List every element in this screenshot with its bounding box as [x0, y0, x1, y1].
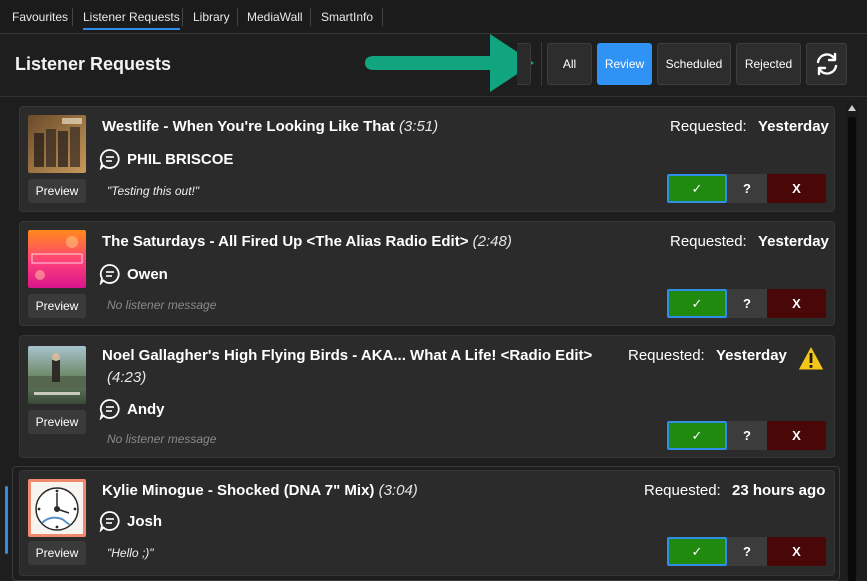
preview-button[interactable]: Preview [28, 294, 86, 318]
annotation-arrow-icon [365, 34, 534, 92]
listener-name: PHIL BRISCOE [127, 151, 234, 168]
song-name: Kylie Minogue - Shocked (DNA 7" Mix) [102, 482, 375, 499]
filter-all-button[interactable]: All [547, 43, 592, 85]
reject-button[interactable]: X [767, 537, 826, 566]
question-button[interactable]: ? [727, 174, 767, 203]
filter-button-hidden[interactable] [517, 43, 531, 85]
preview-button[interactable]: Preview [28, 541, 86, 565]
refresh-icon [816, 52, 837, 76]
page-title: Listener Requests [15, 54, 172, 74]
listener-message: No listener message [107, 432, 217, 446]
listener-message: "Testing this out!" [107, 184, 200, 198]
filter-scheduled-button[interactable]: Scheduled [657, 43, 731, 85]
warning-icon [797, 344, 825, 371]
tab-separator [237, 8, 238, 26]
song-title: Kylie Minogue - Shocked (DNA 7" Mix) (3:… [102, 482, 418, 499]
tab-separator [310, 8, 311, 26]
approve-button[interactable]: ✓ [667, 289, 727, 318]
chat-bubble-icon [99, 511, 120, 532]
song-name: Noel Gallagher's High Flying Birds - AKA… [102, 347, 593, 364]
approve-button[interactable]: ✓ [667, 537, 727, 566]
album-art [28, 479, 86, 537]
requested-time: Yesterday [758, 233, 829, 250]
song-title: The Saturdays - All Fired Up <The Alias … [102, 233, 512, 250]
question-button[interactable]: ? [727, 289, 767, 318]
request-card: Preview The Saturdays - All Fired Up <Th… [19, 221, 835, 326]
question-button[interactable]: ? [727, 421, 767, 450]
request-card[interactable]: Preview Kylie Minogue - Shocked (DNA 7" … [19, 470, 835, 576]
song-title: Noel Gallagher's High Flying Birds - AKA… [102, 347, 592, 364]
tab-separator [182, 8, 183, 26]
requested-time: Yesterday [716, 347, 787, 364]
request-card: Preview Westlife - When You're Looking L… [19, 106, 835, 212]
reject-button[interactable]: X [767, 421, 826, 450]
selection-indicator [5, 486, 8, 554]
question-button[interactable]: ? [727, 537, 767, 566]
chat-bubble-icon [99, 264, 120, 285]
album-art [28, 115, 86, 173]
approve-button[interactable]: ✓ [667, 421, 727, 450]
song-duration: (3:51) [398, 118, 439, 135]
request-card: Preview Noel Gallagher's High Flying Bir… [19, 335, 835, 458]
chat-bubble-icon [99, 399, 120, 420]
scrollbar-thumb[interactable] [848, 117, 856, 581]
tab-listener-requests[interactable]: Listener Requests [83, 10, 180, 30]
tab-mediawall[interactable]: MediaWall [247, 10, 303, 24]
toolbar-divider [541, 42, 542, 86]
tab-smartinfo[interactable]: SmartInfo [321, 10, 373, 24]
requested-label: Requested: [644, 482, 721, 499]
filter-review-button[interactable]: Review [597, 43, 652, 85]
song-duration: (4:23) [107, 369, 147, 386]
list-divider [0, 96, 867, 97]
song-duration: (3:04) [378, 482, 418, 499]
album-art [28, 346, 86, 404]
filter-rejected-button[interactable]: Rejected [736, 43, 801, 85]
listener-message: "Hello ;)" [107, 546, 154, 560]
tab-separator [382, 8, 383, 26]
song-name: The Saturdays - All Fired Up <The Alias … [102, 233, 469, 250]
approve-button[interactable]: ✓ [667, 174, 727, 203]
preview-button[interactable]: Preview [28, 410, 86, 434]
song-title: Westlife - When You're Looking Like That… [102, 118, 438, 135]
preview-button[interactable]: Preview [28, 179, 86, 203]
requested-label: Requested: [628, 347, 705, 364]
listener-name: Owen [127, 266, 168, 283]
reject-button[interactable]: X [767, 174, 826, 203]
requested-time: Yesterday [758, 118, 829, 135]
reject-button[interactable]: X [767, 289, 826, 318]
requested-label: Requested: [670, 118, 747, 135]
requested-label: Requested: [670, 233, 747, 250]
song-duration: (2:48) [472, 233, 512, 250]
scrollbar[interactable] [846, 101, 858, 581]
listener-name: Josh [127, 513, 163, 530]
tab-bar: Favourites Listener Requests Library Med… [0, 0, 867, 34]
requested-time: 23 hours ago [732, 482, 826, 499]
album-art [28, 230, 86, 288]
scroll-up-icon[interactable] [846, 101, 858, 115]
listener-message: No listener message [107, 298, 217, 312]
tab-favourites[interactable]: Favourites [12, 10, 68, 24]
tab-separator [72, 8, 73, 26]
tab-library[interactable]: Library [193, 10, 230, 24]
listener-name: Andy [127, 401, 165, 418]
refresh-button[interactable] [806, 43, 847, 85]
song-name: Westlife - When You're Looking Like That [102, 118, 395, 135]
chat-bubble-icon [99, 149, 120, 170]
